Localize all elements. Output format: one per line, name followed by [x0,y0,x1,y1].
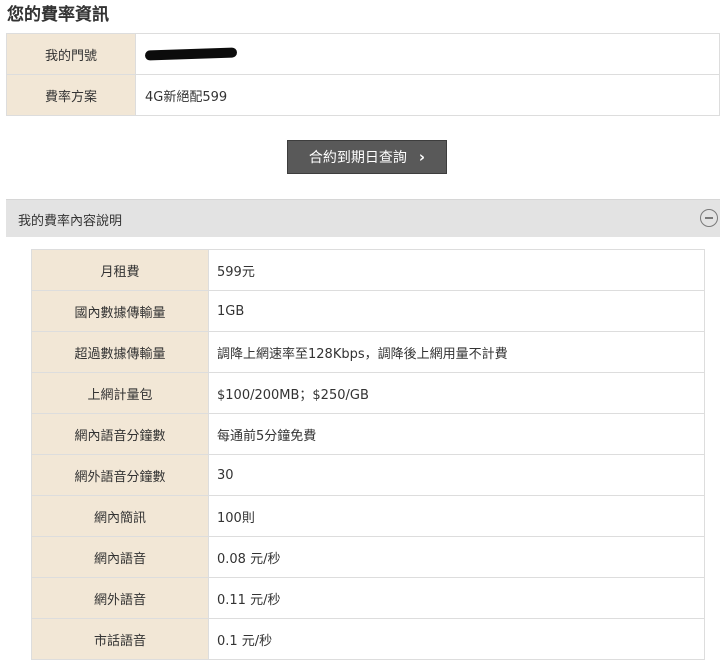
chevron-right-icon: › [418,147,426,166]
rate-detail-value: $100/200MB；$250/GB [208,372,705,414]
rate-detail-label: 網內語音分鐘數 [31,413,209,455]
rate-detail-value: 30 [208,454,705,496]
rate-detail-label: 上網計量包 [31,372,209,414]
rate-detail-label: 網外語音 [31,577,209,619]
minus-circle-icon[interactable] [700,209,718,227]
rate-detail-label: 市話語音 [31,618,209,660]
rate-detail-row: 網內語音 0.08 元/秒 [31,536,705,578]
rate-detail-label: 網內語音 [31,536,209,578]
rate-detail-row: 網內簡訊 100則 [31,495,705,537]
rate-details-section-title: 我的費率內容說明 [18,214,123,229]
rate-plan-value: 4G新絕配599 [135,74,720,116]
rate-detail-row: 網外語音分鐘數 30 [31,454,705,496]
rate-details-table: 月租費 599元 國內數據傳輸量 1GB 超過數據傳輸量 調降上網速率至128Kbps，調… [31,249,705,660]
rate-detail-row: 市話語音 0.1 元/秒 [31,618,705,660]
rate-detail-row: 國內數據傳輸量 1GB [31,290,705,332]
phone-number-value [135,33,720,75]
rate-detail-row: 網外語音 0.11 元/秒 [31,577,705,619]
rate-detail-value: 0.08 元/秒 [208,536,705,578]
rate-info-table: 我的門號 費率方案 4G新絕配599 [6,33,720,116]
redacted-phone-number [144,47,238,61]
rate-detail-row: 上網計量包 $100/200MB；$250/GB [31,372,705,414]
rate-detail-label: 月租費 [31,249,209,291]
rate-plan-row: 費率方案 4G新絕配599 [6,74,720,116]
rate-detail-row: 網內語音分鐘數 每通前5分鐘免費 [31,413,705,455]
rate-detail-value: 0.11 元/秒 [208,577,705,619]
rate-detail-row: 超過數據傳輸量 調降上網速率至128Kbps，調降後上網用量不計費 [31,331,705,373]
rate-detail-value: 調降上網速率至128Kbps，調降後上網用量不計費 [208,331,705,373]
rate-detail-label: 超過數據傳輸量 [31,331,209,373]
rate-detail-label: 網內簡訊 [31,495,209,537]
rate-detail-value: 1GB [208,290,705,332]
rate-detail-label: 國內數據傳輸量 [31,290,209,332]
rate-details-section-header[interactable]: 我的費率內容說明 [6,199,720,237]
contract-expiry-query-label: 合約到期日查詢 [308,150,407,166]
rate-detail-row: 月租費 599元 [31,249,705,291]
rate-plan-label: 費率方案 [6,74,136,116]
rate-detail-label: 網外語音分鐘數 [31,454,209,496]
rate-detail-value: 每通前5分鐘免費 [208,413,705,455]
contract-expiry-query-button[interactable]: 合約到期日查詢 › [287,140,447,174]
page-title: 您的費率資訊 [7,5,109,25]
phone-number-label: 我的門號 [6,33,136,75]
phone-number-row: 我的門號 [6,33,720,75]
rate-detail-value: 0.1 元/秒 [208,618,705,660]
rate-detail-value: 599元 [208,249,705,291]
rate-detail-value: 100則 [208,495,705,537]
